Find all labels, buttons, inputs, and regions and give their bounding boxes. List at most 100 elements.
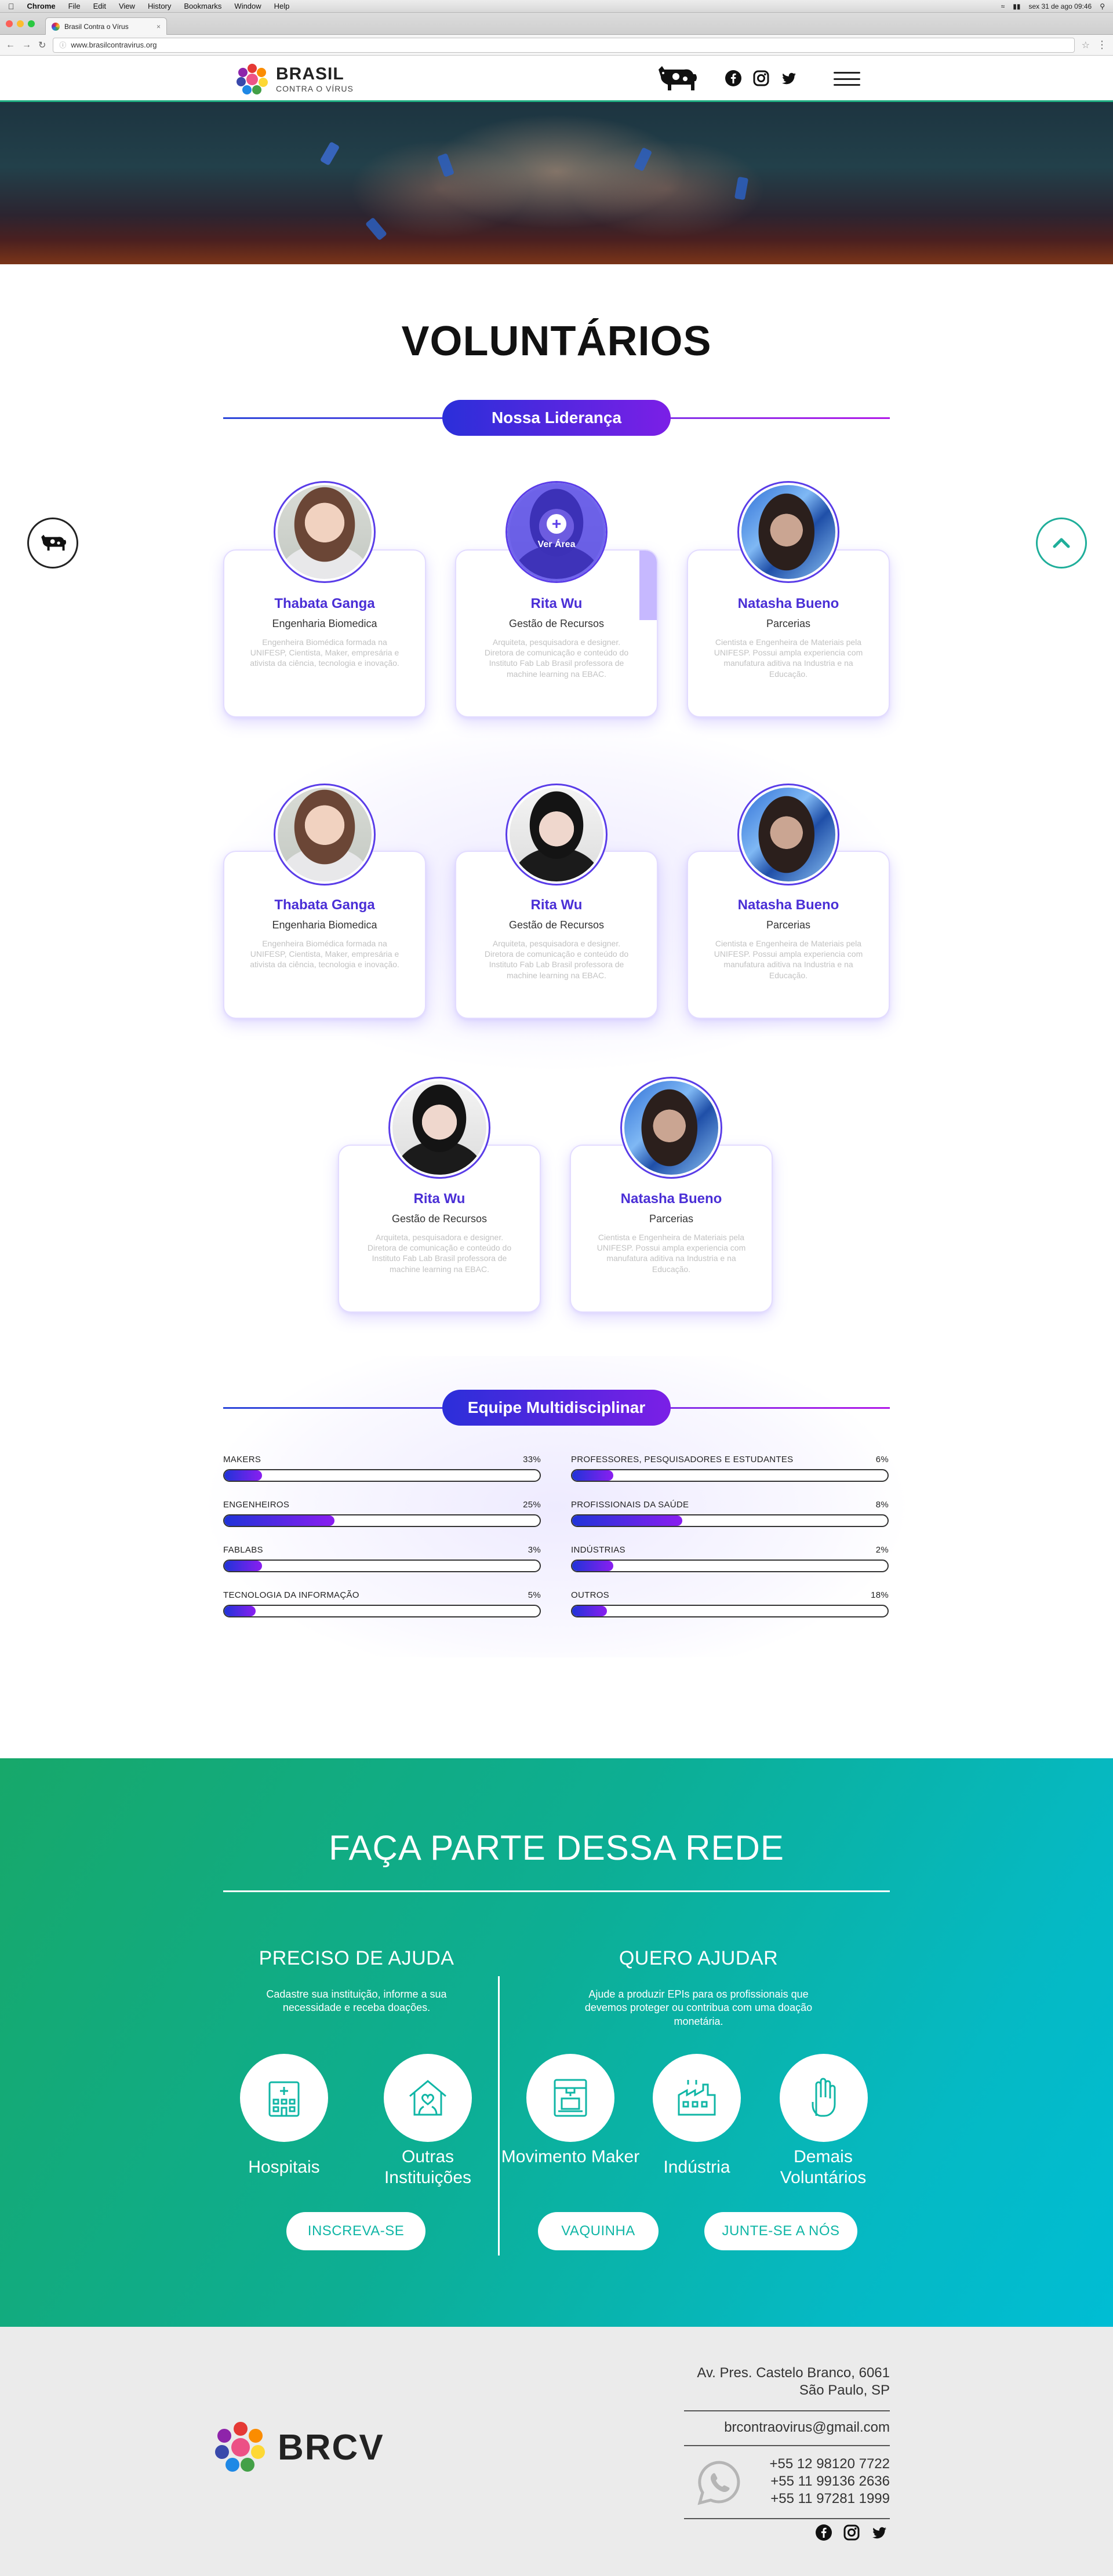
leader-avatar[interactable] [388,1077,490,1179]
address-bar-row: ← → ↻ ⓘ www.brasilcontravirus.org ☆ ⋮ [0,35,1113,56]
browser-menu-icon[interactable]: ⋮ [1097,39,1107,51]
clock[interactable]: sex 31 de ago 09:46 [1028,2,1092,10]
leader-role: Gestão de Recursos [391,1213,488,1225]
maximize-window-button[interactable] [28,20,35,27]
team-bar-label: ENGENHEIROS [223,1500,290,1510]
leader-name: Thabata Ganga [274,596,375,611]
menu-bookmarks[interactable]: Bookmarks [184,2,221,10]
whatsapp-icon[interactable] [696,2459,743,2506]
page-info-icon[interactable]: ⓘ [59,40,66,50]
team-bar-label: MAKERS [223,1455,261,1464]
reload-icon[interactable]: ↻ [38,39,46,51]
footer-phone[interactable]: +55 11 97281 1999 [742,2490,890,2508]
scroll-to-top-button[interactable] [1036,518,1087,569]
footer-phone[interactable]: +55 11 99136 2636 [742,2473,890,2490]
menu-file[interactable]: File [68,2,81,10]
twitter-icon[interactable] [780,70,798,87]
team-bar: ENGENHEIROS 25% [223,1500,541,1527]
3d-printer-icon [554,2079,587,2117]
wifi-icon[interactable]: ≈ [1001,2,1005,10]
close-window-button[interactable] [6,20,13,27]
raised-hand-icon [812,2078,836,2117]
footer-phone[interactable]: +55 12 98120 7722 [742,2455,890,2473]
footer-address-line1: Av. Pres. Castelo Branco, 6061 [697,2365,890,2381]
leader-avatar[interactable] [274,481,376,583]
menu-help[interactable]: Help [274,2,290,10]
team-bar-label: PROFISSIONAIS DA SAÚDE [571,1500,689,1510]
instagram-icon[interactable] [752,70,770,87]
leader-avatar[interactable] [505,784,608,886]
facebook-icon[interactable] [815,2524,832,2541]
footer-divider [684,2518,890,2519]
menu-view[interactable]: View [119,2,135,10]
footer-address-line2: São Paulo, SP [799,2382,890,2398]
leader-avatar[interactable]: + Ver Área [505,481,608,583]
leader-role: Gestão de Recursos [508,919,605,931]
hamburger-menu-button[interactable] [834,68,860,89]
leader-role: Engenharia Biomedica [272,919,377,931]
forward-icon[interactable]: → [22,40,31,50]
floating-cow-button[interactable] [27,518,78,569]
join-network-section: FAÇA PARTE DESSA REDE PRECISO DE AJUDA C… [0,1758,1113,2327]
team-bar: OUTROS 18% [571,1590,889,1617]
leader-name: Natasha Bueno [737,596,839,611]
leader-avatar[interactable] [737,784,839,886]
subscribe-button[interactable]: INSCREVA-SE [286,2212,425,2250]
join-us-button[interactable]: JUNTE-SE A NÓS [704,2212,857,2250]
leader-avatar[interactable] [274,784,376,886]
footer-social [815,2524,888,2541]
apple-icon[interactable]:  [8,2,14,11]
crowdfunding-button[interactable]: VAQUINHA [538,2212,659,2250]
cta-title: FAÇA PARTE DESSA REDE [329,1828,784,1867]
browser-tab[interactable]: Brasil Contra o Vírus × [45,17,167,35]
view-area-overlay[interactable]: + Ver Área [507,483,606,581]
team-bar: MAKERS 33% [223,1455,541,1482]
leader-name: Thabata Ganga [274,897,375,913]
leader-bio: Arquiteta, pesquisadora e designer. Dire… [484,637,629,679]
site-footer: BRCV Av. Pres. Castelo Branco, 6061 São … [0,2327,1113,2576]
leader-name: Rita Wu [530,897,583,913]
cow-icon[interactable] [654,61,700,96]
team-bar-value: 25% [523,1500,541,1510]
footer-logo[interactable]: BRCV [212,2418,384,2476]
battery-icon[interactable]: ▮▮ [1013,2,1020,10]
instagram-icon[interactable] [843,2524,860,2541]
leader-bio: Engenheira Biomédica formada na UNIFESP,… [250,637,399,668]
logo-subtitle: CONTRA O VÍRUS [276,83,354,93]
menu-edit[interactable]: Edit [93,2,106,10]
factory-icon [678,2080,716,2116]
menu-window[interactable]: Window [234,2,261,10]
other-volunteers-option[interactable] [780,2054,868,2142]
leader-bio: Cientista e Engenheira de Materiais pela… [596,1233,746,1274]
facebook-icon[interactable] [725,70,742,87]
industry-option[interactable] [653,2054,741,2142]
footer-email[interactable]: brcontraovirus@gmail.com [684,2420,890,2436]
maker-movement-option[interactable] [526,2054,614,2142]
url-field[interactable]: ⓘ www.brasilcontravirus.org [53,37,1075,53]
leader-avatar[interactable] [737,481,839,583]
team-bar: TECNOLOGIA DA INFORMAÇÃO 5% [223,1590,541,1617]
team-bar: PROFESSORES, PESQUISADORES E ESTUDANTES 6… [571,1455,889,1482]
card-hover-accent [639,551,657,620]
team-bar: FABLABS 3% [223,1545,541,1572]
minimize-window-button[interactable] [17,20,24,27]
bookmark-star-icon[interactable]: ☆ [1082,39,1090,51]
spotlight-icon[interactable]: ⚲ [1100,2,1105,10]
team-bar-value: 8% [875,1500,889,1510]
twitter-icon[interactable] [871,2524,888,2541]
hospital-option[interactable] [240,2054,328,2142]
leader-name: Natasha Bueno [620,1191,722,1207]
cow-icon [41,534,67,551]
leader-role: Engenharia Biomedica [272,618,377,629]
menu-app-name[interactable]: Chrome [27,2,56,10]
team-bar-value: 5% [528,1590,541,1600]
menu-history[interactable]: History [148,2,171,10]
team-bar-fill [572,1561,613,1571]
leader-bio: Cientista e Engenheira de Materiais pela… [714,637,863,679]
other-institutions-option[interactable] [384,2054,472,2142]
site-logo[interactable]: BRASIL CONTRA O VÍRUS [235,56,354,102]
leader-avatar[interactable] [620,1077,722,1179]
logo-mark-icon [237,64,268,94]
close-tab-icon[interactable]: × [157,23,161,31]
back-icon[interactable]: ← [6,40,15,50]
